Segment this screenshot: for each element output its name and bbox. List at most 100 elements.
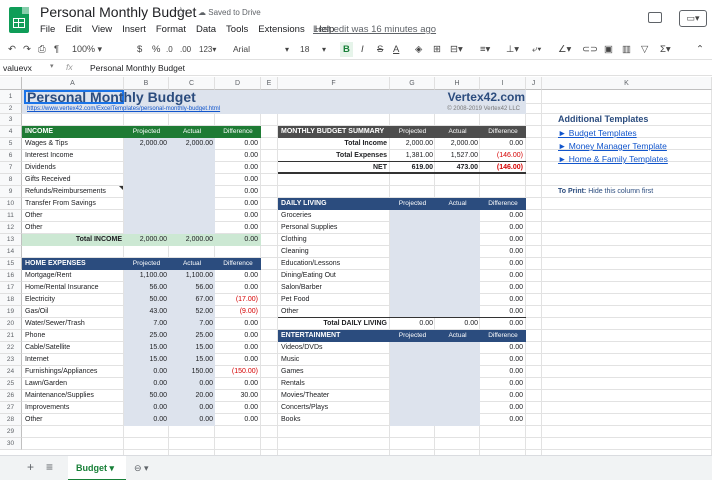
daily-input-area[interactable]: [390, 210, 480, 318]
row-header-30[interactable]: 30: [0, 438, 22, 450]
menu-insert[interactable]: Insert: [122, 24, 146, 35]
column-header-f[interactable]: F: [278, 77, 390, 90]
font-chevron-icon[interactable]: ▾: [285, 42, 289, 57]
comment-marker-icon[interactable]: [119, 186, 123, 190]
row-header-21[interactable]: 21: [0, 330, 22, 342]
row-header-2[interactable]: 2: [0, 104, 22, 114]
text-rotation-icon[interactable]: ∠▾: [558, 42, 571, 57]
currency-button[interactable]: $: [137, 42, 142, 57]
row-header-11[interactable]: 11: [0, 210, 22, 222]
decrease-decimal-button[interactable]: .0: [166, 42, 173, 57]
percent-button[interactable]: %: [152, 42, 160, 57]
vertical-align-icon[interactable]: ⊥▾: [506, 42, 519, 57]
bold-button[interactable]: B: [340, 42, 353, 57]
horizontal-align-icon[interactable]: ≡▾: [480, 42, 490, 57]
increase-decimal-button[interactable]: .00: [180, 42, 191, 57]
column-header-e[interactable]: E: [261, 77, 278, 90]
last-edit-link[interactable]: Last edit was 16 minutes ago: [313, 24, 436, 35]
row-header-29[interactable]: 29: [0, 426, 22, 438]
redo-icon[interactable]: ↷: [23, 42, 31, 57]
tab-secondary[interactable]: ⊖ ▾: [134, 463, 149, 474]
row-header-7[interactable]: 7: [0, 162, 22, 174]
row-header-28[interactable]: 28: [0, 414, 22, 426]
undo-icon[interactable]: ↶: [8, 42, 16, 57]
row-header-24[interactable]: 24: [0, 366, 22, 378]
present-button[interactable]: ▭▾: [679, 10, 707, 27]
entertainment-input-area[interactable]: [390, 342, 480, 426]
column-header-d[interactable]: D: [215, 77, 261, 90]
all-sheets-button[interactable]: ≡: [46, 460, 53, 474]
menu-tools[interactable]: Tools: [226, 24, 248, 35]
column-header-h[interactable]: H: [435, 77, 480, 90]
text-color-button[interactable]: A: [393, 42, 399, 57]
font-size-select[interactable]: 18: [300, 42, 309, 57]
menu-edit[interactable]: Edit: [65, 24, 81, 35]
zoom-select[interactable]: 100% ▾: [72, 42, 102, 57]
side-panel-link[interactable]: ► Home & Family Templates: [558, 153, 708, 166]
menu-format[interactable]: Format: [156, 24, 186, 35]
menu-file[interactable]: File: [40, 24, 55, 35]
row-header-1[interactable]: 1: [0, 90, 22, 104]
document-title[interactable]: Personal Monthly Budget: [40, 4, 196, 20]
row-header-4[interactable]: 4: [0, 126, 22, 138]
template-url-link[interactable]: https://www.vertex42.com/ExcelTemplates/…: [27, 104, 327, 114]
side-panel-link[interactable]: ► Budget Templates: [558, 127, 708, 140]
name-box-chevron-icon[interactable]: ▾: [50, 62, 54, 70]
formula-input[interactable]: Personal Monthly Budget: [90, 63, 185, 73]
font-size-chevron-icon[interactable]: ▾: [322, 42, 326, 57]
row-header-8[interactable]: 8: [0, 174, 22, 186]
row-header-27[interactable]: 27: [0, 402, 22, 414]
collapse-toolbar-icon[interactable]: ⌃: [696, 42, 704, 57]
tab-budget-chevron-icon[interactable]: ▾: [110, 463, 115, 473]
row-header-22[interactable]: 22: [0, 342, 22, 354]
strikethrough-button[interactable]: S: [377, 42, 383, 57]
row-header-14[interactable]: 14: [0, 246, 22, 258]
row-header-6[interactable]: 6: [0, 150, 22, 162]
column-header-g[interactable]: G: [390, 77, 435, 90]
sheets-logo-icon[interactable]: [9, 7, 29, 33]
name-box[interactable]: valuevx: [3, 63, 32, 73]
paint-format-icon[interactable]: ¶: [54, 42, 59, 57]
text-wrap-icon[interactable]: ⤶▾: [532, 42, 541, 57]
row-header-10[interactable]: 10: [0, 198, 22, 210]
side-panel-link[interactable]: ► Money Manager Template: [558, 140, 708, 153]
comment-icon[interactable]: [648, 12, 662, 23]
column-header-j[interactable]: J: [526, 77, 542, 90]
more-formats-button[interactable]: 123▾: [199, 42, 216, 57]
print-icon[interactable]: ⎙: [38, 42, 46, 57]
row-header-20[interactable]: 20: [0, 318, 22, 330]
borders-icon[interactable]: ⊞: [433, 42, 441, 57]
row-header-26[interactable]: 26: [0, 390, 22, 402]
row-header-23[interactable]: 23: [0, 354, 22, 366]
menu-extensions[interactable]: Extensions: [258, 24, 304, 35]
row-header-16[interactable]: 16: [0, 270, 22, 282]
select-all-corner[interactable]: [0, 77, 22, 90]
row-header-15[interactable]: 15: [0, 258, 22, 270]
font-select[interactable]: Arial: [233, 42, 250, 57]
row-header-18[interactable]: 18: [0, 294, 22, 306]
row-header-3[interactable]: 3: [0, 114, 22, 126]
fill-color-icon[interactable]: ◈: [415, 42, 422, 57]
row-header-13[interactable]: 13: [0, 234, 22, 246]
add-sheet-button[interactable]: +: [27, 460, 34, 474]
row-header-12[interactable]: 12: [0, 222, 22, 234]
row-header-9[interactable]: 9: [0, 186, 22, 198]
tab-budget[interactable]: Budget ▾: [68, 456, 126, 480]
column-header-i[interactable]: I: [480, 77, 526, 90]
sheet-grid[interactable]: A B C D E F G H I J K 1 2 3 4 5 6 7 8 9 10 11 12 13 14 15 16 17 18 19…: [0, 77, 712, 455]
row-header-19[interactable]: 19: [0, 306, 22, 318]
functions-icon[interactable]: Σ▾: [660, 42, 671, 57]
row-header-5[interactable]: 5: [0, 138, 22, 150]
star-icon[interactable]: ☆: [175, 4, 187, 20]
italic-button[interactable]: I: [361, 42, 364, 57]
row-header-17[interactable]: 17: [0, 282, 22, 294]
filter-icon[interactable]: ▽: [641, 42, 648, 57]
link-icon[interactable]: ⊂⊃: [582, 42, 598, 57]
row-header-25[interactable]: 25: [0, 378, 22, 390]
chart-icon[interactable]: ▥: [622, 42, 631, 57]
comment-add-icon[interactable]: ▣: [604, 42, 613, 57]
merge-cells-icon[interactable]: ⊟▾: [450, 42, 463, 57]
menu-data[interactable]: Data: [196, 24, 216, 35]
column-header-k[interactable]: K: [542, 77, 712, 90]
menu-view[interactable]: View: [92, 24, 112, 35]
